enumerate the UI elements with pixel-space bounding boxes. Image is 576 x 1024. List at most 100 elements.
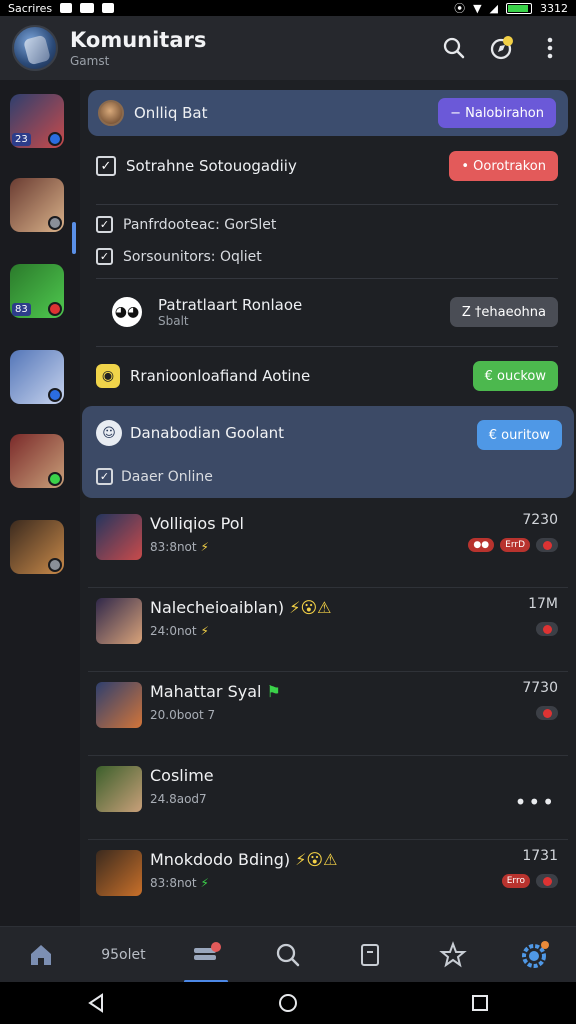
active-card[interactable]: ☺ Danabodian Goolant € ouritow ✓ Daaer O… [82,406,574,498]
carrier-label: Sacrires [8,1,53,15]
active-card-button[interactable]: € ouritow [476,420,562,450]
status-dot-icon [48,302,62,316]
checkbox-label: Panfrdooteac: GorSlet [123,216,277,233]
room-row[interactable]: ◉ Rranioonloafiand Aotine € ouckow [96,358,558,394]
server-icon-5[interactable] [10,434,64,488]
search-icon [443,37,465,59]
status-dot-icon [48,216,62,230]
item-sub: 24.8aod7 [150,792,207,806]
main-panel: Onlliq Bat − Nalobirahon ✓ Sotrahne Soto… [80,80,576,926]
thumbnail-image [96,598,142,644]
home-circle-icon[interactable] [277,992,299,1014]
checkbox-row[interactable]: ✓ Sorsounitors: Oqliet [96,248,558,265]
toggle-icon[interactable] [536,874,558,888]
community-avatar[interactable] [12,25,58,71]
page-title: Komunitars [70,28,207,52]
thumbnail-image [96,766,142,812]
nav-label-item[interactable]: 95olet [93,927,153,983]
toggle-icon[interactable] [536,706,558,720]
list-item[interactable]: Mnokdodo Bding) ⚡😮⚠ 83:8not ⚡ 1731 Erro [88,840,568,924]
checkbox-row[interactable]: ✓ Panfrdooteac: GorSlet [96,216,558,233]
server-badge: 23 [12,133,31,146]
server-icon-1[interactable]: 23 [10,94,64,148]
server-badge: 83 [12,303,31,316]
nav-inbox[interactable] [176,927,236,983]
search-icon [276,943,300,966]
photo-icon [60,3,73,13]
checkbox-checked-icon[interactable]: ✓ [96,248,113,265]
compass-icon [490,36,513,60]
status-bar: Sacrires ⦿ ▼ ◢ 3312 [0,0,576,16]
item-sub: 20.0boot 7 [150,708,216,722]
person-action-button[interactable]: Z †ehaeohna [449,297,558,327]
more-horiz-icon[interactable]: ••• [515,790,556,814]
checkbox-checked-icon[interactable]: ✓ [96,156,116,176]
home-icon [31,944,52,965]
person-name: Patratlaart Ronlaoe [158,296,303,314]
error-badge: ●● [468,538,495,552]
item-name: Mahattar Syal ⚑ [150,682,281,701]
list-item[interactable]: Coslime 24.8aod7 ••• [88,756,568,840]
room-label: Rranioonloafiand Aotine [130,367,311,385]
person-row[interactable]: ◕◕ Patratlaart Ronlaoe Sbalt Z †ehaeohna [96,290,558,334]
active-card-sub: Daaer Online [121,468,213,485]
checkbox-checked-icon[interactable]: ✓ [96,468,113,485]
toggle-icon[interactable] [536,538,558,552]
server-sidebar: 23 83 [0,80,80,926]
wifi-icon: ▼ [473,1,482,15]
gear-icon [521,940,549,968]
nav-home[interactable] [11,927,71,983]
item-sub: 83:8not ⚡ [150,876,209,890]
person-sub: Sbalt [158,314,189,328]
divider [96,278,558,279]
alarm-icon: ⦿ [454,2,466,15]
checkbox-label: Sorsounitors: Oqliet [123,248,262,265]
recents-icon[interactable] [469,992,491,1014]
nav-files[interactable] [340,927,400,983]
section-header: ✓ Sotrahne Sotouogadiiy • Oorotrakon [96,151,558,181]
active-card-title: Danabodian Goolant [130,424,285,442]
online-card[interactable]: Onlliq Bat − Nalobirahon [88,90,568,136]
item-name: Volliqios Pol [150,514,244,533]
item-tags: ●● ErrD [468,538,558,552]
notifications-button[interactable] [488,34,516,62]
more-options-button[interactable] [536,34,564,62]
divider [96,346,558,347]
nav-label: 95olet [101,946,146,963]
coin-icon: ◉ [96,364,120,388]
list-item[interactable]: Nalecheioaiblan) ⚡😮⚠ 24:0not ⚡ 17M [88,588,568,672]
server-icon-4[interactable] [10,350,64,404]
server-icon-3[interactable]: 83 [10,264,64,318]
battery-icon [506,2,532,14]
item-tags [536,622,558,636]
conversation-list: Volliqios Pol 83:8not ⚡ 7230 ●● ErrD Nal… [88,504,568,924]
nav-settings[interactable] [505,927,565,983]
item-time: 7730 [522,680,558,696]
thumbnail-image [96,682,142,728]
cat-icon [102,3,115,13]
item-name: Mnokdodo Bding) ⚡😮⚠ [150,850,338,869]
server-icon-2[interactable] [10,178,64,232]
star-icon [438,940,467,967]
signal-icon: ◢ [489,1,498,15]
error-badge: ErrD [500,538,530,552]
item-name: Coslime [150,766,214,785]
checkbox-checked-icon[interactable]: ✓ [96,216,113,233]
list-item[interactable]: Volliqios Pol 83:8not ⚡ 7230 ●● ErrD [88,504,568,588]
section-action-button[interactable]: • Oorotrakon [449,151,558,181]
server-icon-6[interactable] [10,520,64,574]
nav-favorites[interactable] [423,927,483,983]
page-subtitle: Gamst [70,54,110,68]
list-item[interactable]: Mahattar Syal ⚑ 20.0boot 7 7730 [88,672,568,756]
inbox-icon [193,941,221,960]
toggle-icon[interactable] [536,622,558,636]
item-time: 7230 [522,512,558,528]
search-button[interactable] [440,34,468,62]
back-icon[interactable] [85,992,107,1014]
file-icon [361,943,380,966]
nav-search[interactable] [258,927,318,983]
notification-button[interactable]: − Nalobirahon [438,98,556,128]
status-time: 3312 [540,1,568,15]
user-avatar [98,100,124,126]
room-action-button[interactable]: € ouckow [472,361,558,391]
